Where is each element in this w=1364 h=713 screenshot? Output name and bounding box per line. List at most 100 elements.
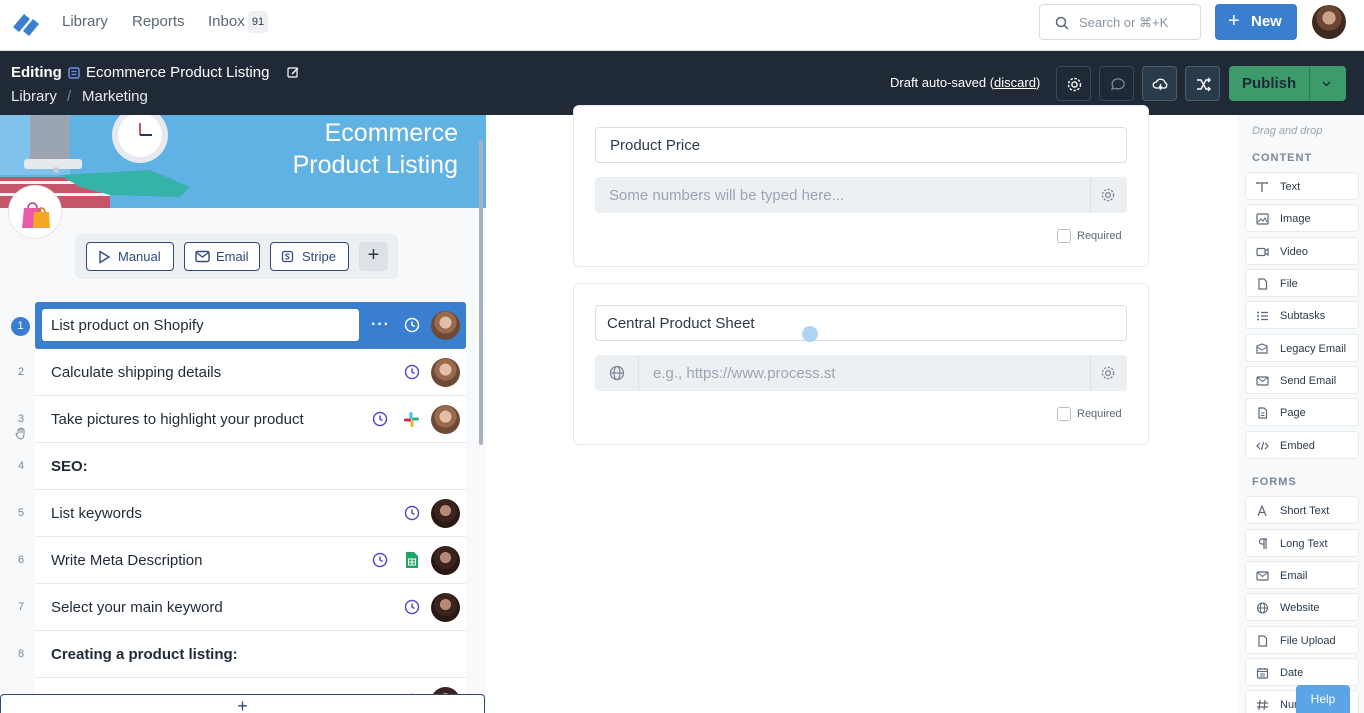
widget-website[interactable]: Website: [1245, 593, 1359, 621]
publish-divider: [1309, 66, 1310, 101]
checkbox-box[interactable]: [1057, 407, 1071, 421]
conditional-logic-button[interactable]: [1185, 66, 1220, 101]
breadcrumb-marketing[interactable]: Marketing: [82, 88, 148, 105]
workflow-icon-badge[interactable]: [8, 185, 62, 239]
assignee-avatar[interactable]: [431, 546, 460, 575]
widget-date[interactable]: Date: [1245, 658, 1359, 686]
gear-icon[interactable]: [1100, 365, 1116, 381]
widget-label: File: [1280, 278, 1298, 290]
manual-trigger-button[interactable]: Manual: [86, 242, 174, 271]
more-options-icon[interactable]: ···: [371, 316, 390, 334]
stripe-trigger-button[interactable]: Stripe: [270, 242, 349, 271]
task-row[interactable]: Write Meta Description: [35, 537, 466, 584]
due-date-icon[interactable]: [404, 599, 420, 615]
task-number: 6: [17, 554, 25, 566]
user-avatar[interactable]: [1312, 5, 1346, 39]
number-form-field-card[interactable]: Product Price Some numbers will be typed…: [573, 105, 1149, 267]
gear-icon[interactable]: [1100, 187, 1116, 203]
field-label-input[interactable]: Product Price: [595, 127, 1127, 163]
number-field-preview[interactable]: Some numbers will be typed here...: [595, 177, 1127, 213]
field-placeholder: e.g., https://www.process.st: [653, 365, 836, 382]
field-separator: [638, 355, 639, 391]
checkbox-box[interactable]: [1057, 229, 1071, 243]
widget-legacy-email[interactable]: Legacy Email: [1245, 334, 1359, 362]
task-row-active[interactable]: List product on Shopify ···: [35, 302, 466, 349]
widget-page[interactable]: Page: [1245, 398, 1359, 426]
widget-video[interactable]: Video: [1245, 237, 1359, 265]
task-row[interactable]: Select your main keyword: [35, 584, 466, 631]
section-heading-row[interactable]: SEO:: [35, 443, 466, 490]
due-date-icon[interactable]: [372, 411, 388, 427]
task-name: List keywords: [51, 505, 142, 522]
task-list-scrollbar[interactable]: [479, 140, 483, 445]
task-name-input[interactable]: List product on Shopify: [42, 309, 359, 341]
page-icon: [1258, 407, 1268, 419]
widget-image[interactable]: Image: [1245, 204, 1359, 232]
assignee-avatar[interactable]: [431, 358, 460, 387]
publish-button[interactable]: Publish: [1229, 66, 1346, 101]
forms-section-title: FORMS: [1252, 476, 1297, 488]
widget-label: Date: [1280, 667, 1304, 679]
due-date-icon[interactable]: [404, 364, 420, 380]
breadcrumb-library[interactable]: Library: [11, 88, 57, 105]
add-trigger-button[interactable]: +: [359, 242, 388, 271]
comments-button[interactable]: [1099, 66, 1134, 101]
widget-embed[interactable]: Embed: [1245, 431, 1359, 459]
nav-reports-link[interactable]: Reports: [132, 13, 185, 30]
widget-send-email[interactable]: Send Email: [1245, 366, 1359, 394]
widget-text[interactable]: Text: [1245, 172, 1359, 200]
due-date-icon[interactable]: [372, 552, 388, 568]
manual-trigger-label: Manual: [118, 249, 161, 264]
assignee-avatar[interactable]: [431, 311, 460, 340]
assignee-avatar[interactable]: [431, 405, 460, 434]
add-task-button[interactable]: +: [0, 694, 485, 713]
required-label: Required: [1077, 408, 1122, 420]
assignee-avatar[interactable]: [431, 593, 460, 622]
url-field-preview[interactable]: e.g., https://www.process.st: [595, 355, 1127, 391]
search-input[interactable]: Search or ⌘+K: [1039, 4, 1201, 40]
help-button[interactable]: Help: [1296, 685, 1350, 713]
widget-sidebar: Drag and drop CONTENT Text Image Video F…: [1238, 115, 1364, 713]
mail-icon: [1256, 376, 1269, 386]
email-trigger-button[interactable]: Email: [184, 242, 260, 271]
task-row[interactable]: List keywords: [35, 490, 466, 537]
task-row[interactable]: Take pictures to highlight your product: [35, 396, 466, 443]
due-date-icon[interactable]: [404, 317, 420, 333]
drag-hand-icon[interactable]: [15, 427, 27, 440]
nav-library-link[interactable]: Library: [62, 13, 108, 30]
widget-email-field[interactable]: Email: [1245, 561, 1359, 589]
search-placeholder: Search or ⌘+K: [1079, 15, 1169, 30]
widget-short-text[interactable]: Short Text: [1245, 496, 1359, 524]
widget-label: Short Text: [1280, 505, 1330, 517]
comment-icon: [1110, 78, 1125, 90]
assignee-avatar[interactable]: [431, 499, 460, 528]
widget-subtasks[interactable]: Subtasks: [1245, 301, 1359, 329]
chevron-down-icon[interactable]: [1321, 78, 1332, 89]
website-form-field-card[interactable]: Central Product Sheet e.g., https://www.…: [573, 283, 1149, 445]
widget-file[interactable]: File: [1245, 269, 1359, 297]
text-icon: [1256, 182, 1268, 192]
legacy-email-icon: [1256, 343, 1268, 354]
process-street-logo[interactable]: [11, 10, 41, 36]
nav-inbox-link[interactable]: Inbox: [208, 13, 245, 30]
widget-file-upload[interactable]: File Upload: [1245, 626, 1359, 654]
image-icon: [1256, 213, 1269, 225]
widget-label: Long Text: [1280, 538, 1328, 550]
edit-title-icon[interactable]: [287, 66, 300, 79]
cloud-bolt-icon: [1152, 78, 1168, 91]
paragraph-icon: [1258, 538, 1267, 549]
widget-label: Text: [1280, 181, 1301, 193]
publish-label: Publish: [1242, 75, 1297, 92]
code-icon: [1256, 441, 1269, 451]
hash-icon: [1257, 699, 1268, 711]
task-row[interactable]: Calculate shipping details: [35, 349, 466, 396]
widget-long-text[interactable]: Long Text: [1245, 529, 1359, 557]
field-label-input[interactable]: Central Product Sheet: [595, 305, 1127, 341]
due-date-icon[interactable]: [404, 505, 420, 521]
automations-button[interactable]: [1142, 66, 1177, 101]
task-number: 4: [17, 460, 25, 472]
discard-link[interactable]: discard: [994, 75, 1036, 90]
section-heading-row[interactable]: Creating a product listing:: [35, 631, 466, 678]
new-button[interactable]: + New: [1215, 4, 1297, 40]
settings-button[interactable]: [1056, 66, 1091, 101]
